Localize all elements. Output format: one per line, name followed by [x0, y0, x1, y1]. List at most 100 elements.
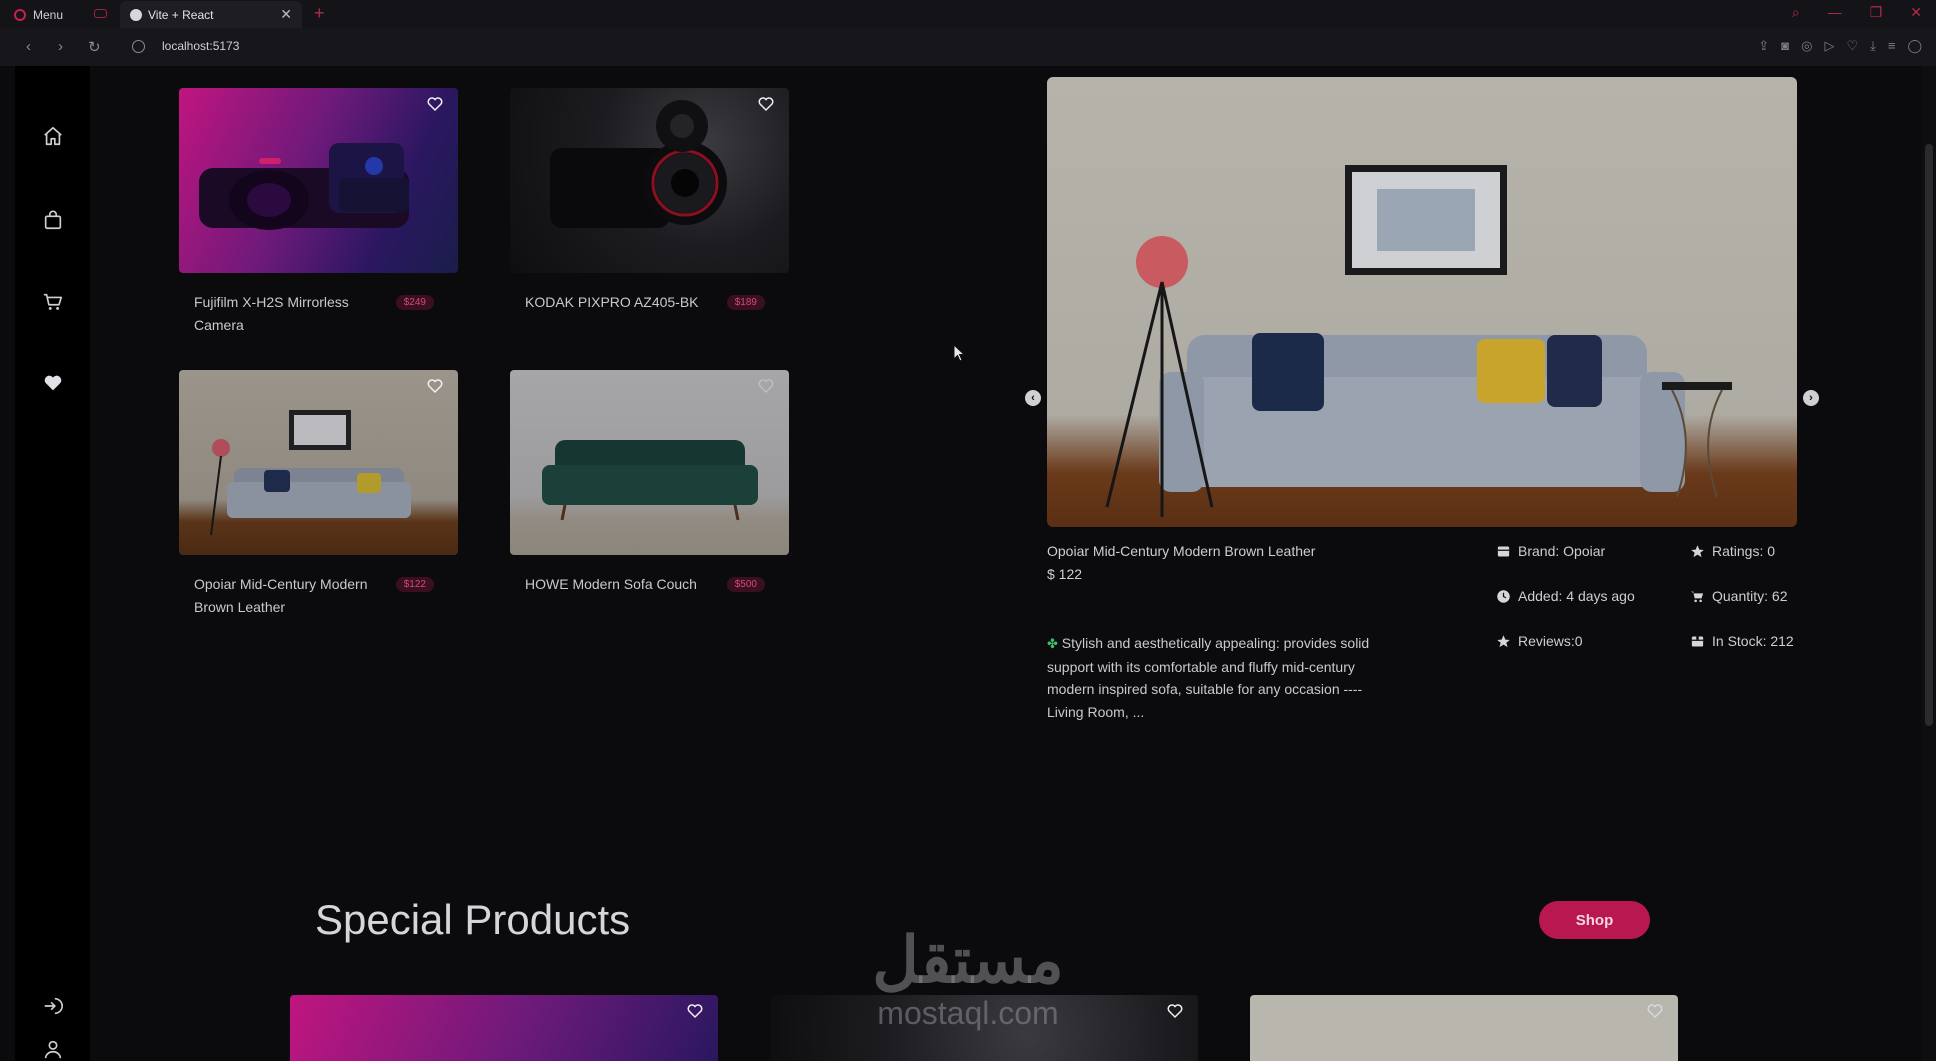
- clover-icon: ✤: [1047, 636, 1058, 651]
- product-image[interactable]: [510, 88, 789, 273]
- spec-added-text: Added: 4 days ago: [1518, 588, 1635, 604]
- carousel-prev-button[interactable]: ‹: [1025, 390, 1041, 406]
- star-icon: [1497, 634, 1510, 647]
- mouse-cursor-icon: [953, 344, 965, 362]
- detail-product-price: $ 122: [1047, 566, 1083, 582]
- url-field[interactable]: localhost:5173: [162, 39, 239, 53]
- wishlist-heart-icon[interactable]: [1646, 1002, 1664, 1020]
- living-room-illustration: [1105, 165, 1732, 517]
- back-icon[interactable]: ‹: [26, 38, 31, 55]
- wishlist-heart-icon[interactable]: [426, 377, 444, 395]
- camera-icon[interactable]: ◙: [1781, 38, 1789, 54]
- wishlist-heart-icon[interactable]: [426, 95, 444, 113]
- sofa-illustration: [542, 440, 758, 521]
- detail-description: ✤ Stylish and aesthetically appealing: p…: [1047, 632, 1402, 723]
- product-hero-image[interactable]: [1047, 77, 1797, 527]
- cart-icon[interactable]: [42, 291, 64, 313]
- close-window-icon[interactable]: ✕: [1910, 4, 1922, 21]
- product-meta: Opoiar Mid-Century Modern Brown Leather …: [179, 555, 458, 619]
- spec-in-stock: In Stock: 212: [1690, 633, 1794, 649]
- tab-title: Vite + React: [148, 7, 214, 22]
- address-bar: ‹ › ↻ localhost:5173 ⇪ ◙ ◎ ▷ ♡ ⤓ ≡ ◯: [0, 28, 1936, 67]
- clock-icon: [1497, 589, 1510, 603]
- price-badge: $249: [395, 295, 434, 310]
- special-product-card[interactable]: [290, 995, 718, 1061]
- product-image[interactable]: [179, 88, 458, 273]
- box-icon: [1691, 636, 1704, 646]
- spec-quantity: Quantity: 62: [1690, 588, 1788, 604]
- bag-icon[interactable]: [42, 209, 64, 231]
- opera-logo-icon: [14, 9, 26, 21]
- shield-icon[interactable]: ◎: [1801, 38, 1812, 54]
- minimize-icon[interactable]: —: [1828, 4, 1842, 21]
- profile-icon[interactable]: ◯: [1907, 38, 1922, 54]
- home-icon[interactable]: [42, 125, 64, 147]
- restore-icon[interactable]: ❐: [1870, 4, 1883, 21]
- reload-icon[interactable]: ↻: [88, 38, 101, 56]
- search-icon[interactable]: ⌕: [1792, 4, 1800, 21]
- product-meta: Fujifilm X-H2S Mirrorless Camera $249: [179, 273, 458, 337]
- product-image[interactable]: [179, 370, 458, 555]
- logout-icon[interactable]: [42, 995, 64, 1017]
- window-controls: ⌕ — ❐ ✕: [1792, 4, 1922, 21]
- send-icon[interactable]: ▷: [1824, 38, 1834, 54]
- spec-quantity-text: Quantity: 62: [1712, 588, 1788, 604]
- section-title: Special Products: [315, 896, 631, 943]
- wishlist-heart-icon[interactable]: [1166, 1002, 1184, 1020]
- wishlist-heart-icon[interactable]: [757, 377, 775, 395]
- watermark-logo: مستقل mostaql.com: [848, 925, 1088, 1031]
- sofa-illustration: [210, 410, 411, 536]
- sidebar: [15, 66, 90, 1061]
- page-scrollbar[interactable]: [1922, 66, 1936, 1061]
- carousel-next-button[interactable]: ›: [1803, 390, 1819, 406]
- special-product-card[interactable]: [1250, 995, 1678, 1061]
- product-image[interactable]: [510, 370, 789, 555]
- price-badge: $500: [726, 577, 765, 592]
- spec-reviews: Reviews:0: [1496, 633, 1583, 649]
- price-badge: $122: [395, 577, 434, 592]
- spec-in-stock-text: In Stock: 212: [1712, 633, 1794, 649]
- watermark-arabic: مستقل: [872, 924, 1064, 996]
- user-icon[interactable]: [42, 1038, 64, 1060]
- product-title[interactable]: Fujifilm X-H2S Mirrorless Camera: [194, 291, 379, 337]
- cart-icon: [1691, 591, 1704, 602]
- product-meta: HOWE Modern Sofa Couch $500: [510, 555, 789, 596]
- gamepad-icon[interactable]: [94, 9, 107, 18]
- tab-close-icon[interactable]: ✕: [280, 6, 292, 23]
- description-text: Stylish and aesthetically appealing: pro…: [1047, 635, 1370, 720]
- browser-tab-bar: Menu Vite + React ✕ + ⌕ — ❐ ✕: [0, 0, 1936, 28]
- watermark-latin: mostaql.com: [877, 995, 1059, 1031]
- heart-icon[interactable]: [42, 372, 64, 394]
- product-title[interactable]: HOWE Modern Sofa Couch: [525, 573, 697, 596]
- camera-illustration: [199, 143, 409, 230]
- shop-button[interactable]: Shop: [1539, 901, 1650, 939]
- wishlist-heart-icon[interactable]: [686, 1002, 704, 1020]
- spec-added: Added: 4 days ago: [1496, 588, 1635, 604]
- scrollbar-thumb[interactable]: [1925, 144, 1933, 726]
- product-meta: KODAK PIXPRO AZ405-BK $189: [510, 273, 789, 314]
- spec-brand: Brand: Opoiar: [1496, 543, 1605, 559]
- star-icon: [1691, 544, 1704, 557]
- forward-icon[interactable]: ›: [58, 38, 63, 55]
- site-info-icon[interactable]: [132, 40, 145, 53]
- globe-icon: [130, 8, 142, 21]
- product-title[interactable]: Opoiar Mid-Century Modern Brown Leather: [194, 573, 379, 619]
- product-card[interactable]: Opoiar Mid-Century Modern Brown Leather …: [179, 370, 458, 619]
- wishlist-heart-icon[interactable]: [757, 95, 775, 113]
- spec-ratings: Ratings: 0: [1690, 543, 1775, 559]
- detail-product-title: Opoiar Mid-Century Modern Brown Leather: [1047, 543, 1316, 559]
- browser-menu-label: Menu: [33, 8, 64, 22]
- price-badge: $189: [726, 295, 765, 310]
- download-icon[interactable]: ⤓: [1870, 38, 1876, 54]
- spec-brand-text: Brand: Opoiar: [1518, 543, 1606, 559]
- product-title[interactable]: KODAK PIXPRO AZ405-BK: [525, 291, 699, 314]
- product-card[interactable]: Fujifilm X-H2S Mirrorless Camera $249: [179, 88, 458, 337]
- new-tab-button[interactable]: +: [314, 3, 325, 24]
- share-icon[interactable]: ⇪: [1758, 38, 1769, 54]
- tab-vite-react[interactable]: Vite + React ✕: [120, 1, 302, 28]
- product-card[interactable]: KODAK PIXPRO AZ405-BK $189: [510, 88, 789, 314]
- favorite-icon[interactable]: ♡: [1846, 38, 1858, 54]
- product-card[interactable]: HOWE Modern Sofa Couch $500: [510, 370, 789, 596]
- menu-lines-icon[interactable]: ≡: [1888, 38, 1896, 54]
- browser-toolbar: ⇪ ◙ ◎ ▷ ♡ ⤓ ≡ ◯: [1758, 38, 1922, 54]
